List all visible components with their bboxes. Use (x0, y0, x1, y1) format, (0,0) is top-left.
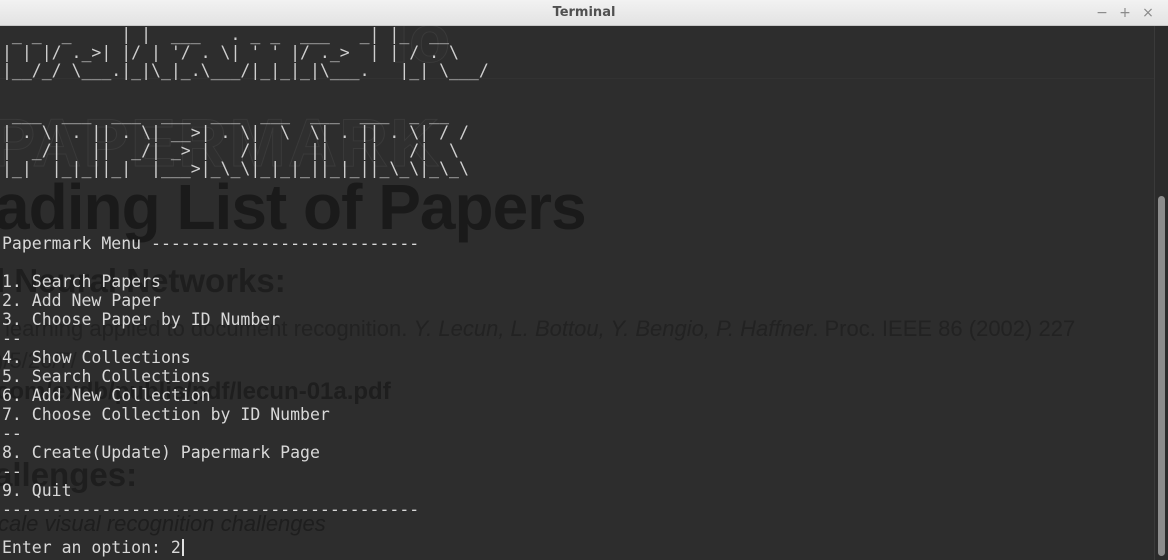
ascii-line: |__/_/ \___.|_|\_|_.\___/|_|_|_|\___. |_… (2, 61, 489, 80)
menu-header: Papermark Menu -------------------------… (2, 234, 420, 253)
ascii-line: ___ ___ ___ ___ ___ ___ ___ ___ _ __ (2, 105, 450, 124)
ascii-line: _ _ _ | | ___ . _ _ ___ _| |_ __ (2, 26, 450, 44)
menu-separator: -- (2, 462, 22, 481)
ascii-line: |_| |_|_||_| |___>|_\_\|_|_|_||_|_||_\_\… (2, 159, 469, 178)
prompt-label: Enter an option: (2, 538, 171, 557)
menu-item-search-papers: 1. Search Papers (2, 272, 161, 291)
menu-item-choose-collection: 7. Choose Collection by ID Number (2, 405, 330, 424)
ascii-banner-bottom: ___ ___ ___ ___ ___ ___ ___ ___ _ __ | . … (2, 106, 469, 178)
background-entry-venue: . Proc. IEEE 86 (2002) 227 (812, 316, 1076, 341)
menu-footer: ----------------------------------------… (2, 500, 420, 519)
ascii-banner-top: _ _ _ | | ___ . _ _ ___ _| |_ __ | | |/ .… (2, 26, 489, 80)
scrollbar-thumb[interactable] (1158, 196, 1165, 556)
ascii-line: | | |/ ._>| |/ | '/ . \| ' ' |/ ._> | | … (2, 43, 459, 62)
close-icon[interactable]: × (1139, 4, 1157, 22)
maximize-icon[interactable]: + (1116, 4, 1134, 22)
menu-list: 1. Search Papers 2. Add New Paper 3. Choos… (2, 272, 330, 500)
terminal-body[interactable]: ading List of Papers l Neural Networks: … (0, 26, 1154, 560)
title-bar[interactable]: Terminal − + × (0, 0, 1168, 26)
ascii-line: | _/| || _/| _> | /| || || /| \ (2, 141, 459, 160)
terminal-window: Terminal − + × ading List of Papers l Ne… (0, 0, 1168, 560)
background-entry-authors: Y. Lecun, L. Bottou, Y. Bengio, P. Haffn… (413, 316, 813, 341)
vertical-scrollbar[interactable] (1154, 26, 1168, 560)
menu-item-choose-paper: 3. Choose Paper by ID Number (2, 310, 281, 329)
menu-item-quit: 9. Quit (2, 481, 72, 500)
text-cursor (181, 539, 184, 556)
menu-item-add-new-paper: 2. Add New Paper (2, 291, 161, 310)
menu-separator: -- (2, 424, 22, 443)
menu-item-add-collection: 6. Add New Collection (2, 386, 211, 405)
minimize-icon[interactable]: − (1093, 4, 1111, 22)
menu-item-create-page: 8. Create(Update) Papermark Page (2, 443, 320, 462)
menu-item-search-collections: 5. Search Collections (2, 367, 211, 386)
menu-item-show-collections: 4. Show Collections (2, 348, 191, 367)
prompt-line[interactable]: Enter an option: 2 (2, 538, 184, 557)
option-input[interactable]: 2 (171, 538, 181, 557)
window-title: Terminal (552, 5, 616, 20)
ascii-line: | . \| . || . \| __>| . \| \ \| . || . \… (2, 123, 469, 142)
menu-separator: -- (2, 329, 22, 348)
